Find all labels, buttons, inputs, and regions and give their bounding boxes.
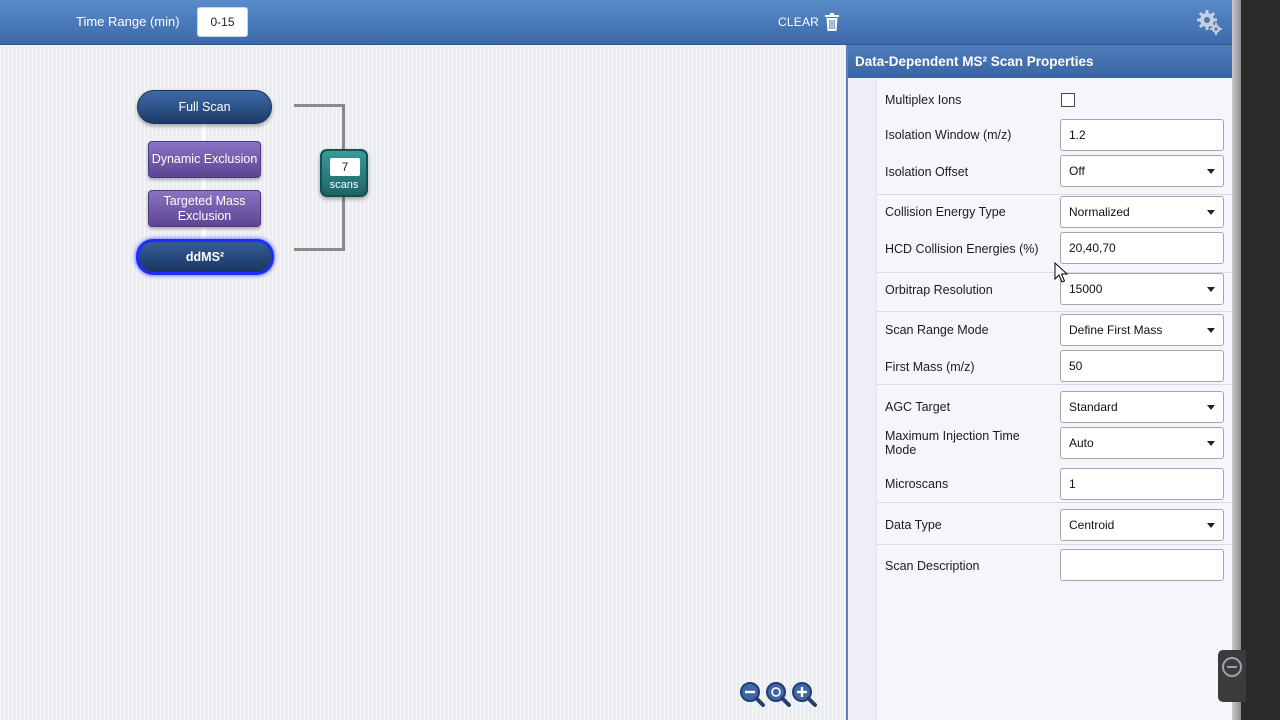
time-range-input[interactable]: 0-15 [197,7,248,37]
multiplex-ions-checkbox[interactable] [1061,93,1075,107]
section-divider [877,384,1232,385]
agc-target-label: AGC Target [885,400,951,414]
loop-count-label: scans [329,179,359,191]
time-range-label: Time Range (min) [76,14,180,29]
orbitrap-resolution-dropdown[interactable]: 15000 [1060,273,1224,305]
targeted-mass-exclusion-node[interactable]: Targeted Mass Exclusion [148,190,261,227]
zoom-fit-icon[interactable] [765,681,791,707]
full-scan-node[interactable]: Full Scan [137,90,272,124]
scan-range-mode-dropdown[interactable]: Define First Mass [1060,314,1224,346]
dynamic-exclusion-node[interactable]: Dynamic Exclusion [148,141,261,178]
orbitrap-resolution-label: Orbitrap Resolution [885,283,993,297]
collision-energy-type-label: Collision Energy Type [885,205,1006,219]
section-divider [877,194,1232,195]
scan-description-input[interactable] [1060,549,1224,581]
microscans-label: Microscans [885,477,949,491]
top-toolbar: Time Range (min) 0-15 CLEAR [0,0,1232,45]
scan-properties-panel: Data-Dependent MS² Scan Properties Multi… [846,45,1232,720]
collision-energy-type-dropdown[interactable]: Normalized [1060,196,1224,228]
window-scrollbar-edge [1232,0,1241,720]
loop-count-input[interactable]: 7 [330,158,360,176]
trash-icon [825,13,840,31]
multiplex-ions-label: Multiplex Ions [885,93,962,107]
scan-range-mode-label: Scan Range Mode [885,323,989,337]
side-panel-tab[interactable] [1218,650,1246,702]
max-injection-time-mode-dropdown[interactable]: Auto [1060,427,1224,459]
isolation-window-label: Isolation Window (m/z) [885,128,1012,142]
section-divider [877,502,1232,503]
microscans-input[interactable]: 1 [1060,468,1224,500]
section-divider [877,311,1232,312]
panel-title: Data-Dependent MS² Scan Properties [848,45,1232,78]
method-workflow-canvas[interactable]: Full Scan Dynamic Exclusion Targeted Mas… [0,45,846,720]
isolation-window-input[interactable]: 1.2 [1060,119,1224,151]
collapse-icon [1222,657,1242,677]
isolation-offset-dropdown[interactable]: Off [1060,155,1224,187]
data-type-dropdown[interactable]: Centroid [1060,509,1224,541]
scan-description-label: Scan Description [885,559,980,573]
clear-label: CLEAR [778,15,820,29]
clear-button[interactable]: CLEAR [778,11,840,33]
section-divider [877,544,1232,545]
connector-line [202,123,206,143]
mouse-cursor-icon [1054,262,1069,283]
agc-target-dropdown[interactable]: Standard [1060,391,1224,423]
data-type-label: Data Type [885,518,942,532]
first-mass-input[interactable]: 50 [1060,350,1224,382]
ddms2-node[interactable]: ddMS² [136,239,274,275]
first-mass-label: First Mass (m/z) [885,360,975,374]
zoom-out-icon[interactable] [739,681,765,707]
hcd-collision-energies-input[interactable]: 20,40,70 [1060,232,1224,264]
connector-line [202,177,206,191]
gear-icon[interactable] [1196,9,1224,37]
isolation-offset-label: Isolation Offset [885,165,969,179]
hcd-collision-energies-label: HCD Collision Energies (%) [885,242,1039,256]
app-window: Time Range (min) 0-15 CLEAR Full Scan Dy… [0,0,1280,720]
panel-gutter [848,78,877,720]
zoom-in-icon[interactable] [791,681,817,707]
scan-loop-control[interactable]: 7 scans [320,149,368,197]
max-injection-time-mode-label: Maximum Injection Time Mode [885,429,1020,457]
